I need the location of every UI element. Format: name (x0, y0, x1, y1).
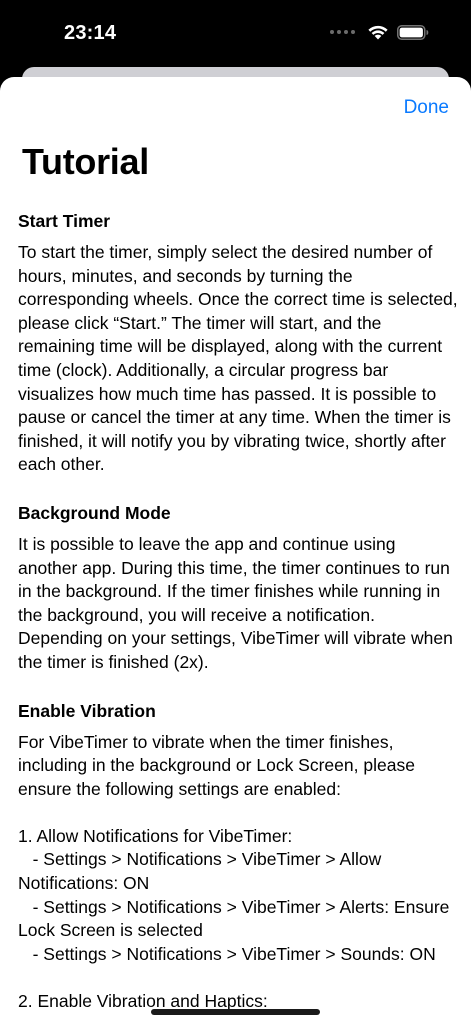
tutorial-sheet: Done Tutorial Start Timer To start the t… (0, 77, 471, 1024)
done-button[interactable]: Done (404, 97, 449, 119)
home-indicator[interactable] (151, 1009, 320, 1015)
status-bar: 23:14 (0, 0, 471, 70)
status-icons (330, 24, 429, 40)
section-heading: Background Mode (18, 502, 171, 523)
section-body: To start the timer, simply select the de… (18, 242, 463, 475)
battery-icon (397, 24, 429, 40)
section-heading: Start Timer (18, 211, 111, 231)
section-body: For VibeTimer to vibrate when the timer … (18, 731, 450, 1012)
section-heading: Enable Vibration (18, 700, 156, 721)
page-title: Tutorial (22, 141, 149, 182)
section-body: It is possible to leave the app and cont… (18, 533, 458, 672)
status-time: 23:14 (64, 22, 117, 44)
wifi-icon (368, 25, 388, 40)
section-start-timer: Start Timer To start the timer, simply s… (18, 209, 458, 477)
section-background-mode: Background Mode It is possible to leave … (18, 501, 458, 675)
tutorial-content: Start Timer To start the timer, simply s… (18, 209, 458, 1024)
cellular-signal-icon (330, 30, 355, 34)
section-enable-vibration: Enable Vibration For VibeTimer to vibrat… (18, 699, 458, 1014)
